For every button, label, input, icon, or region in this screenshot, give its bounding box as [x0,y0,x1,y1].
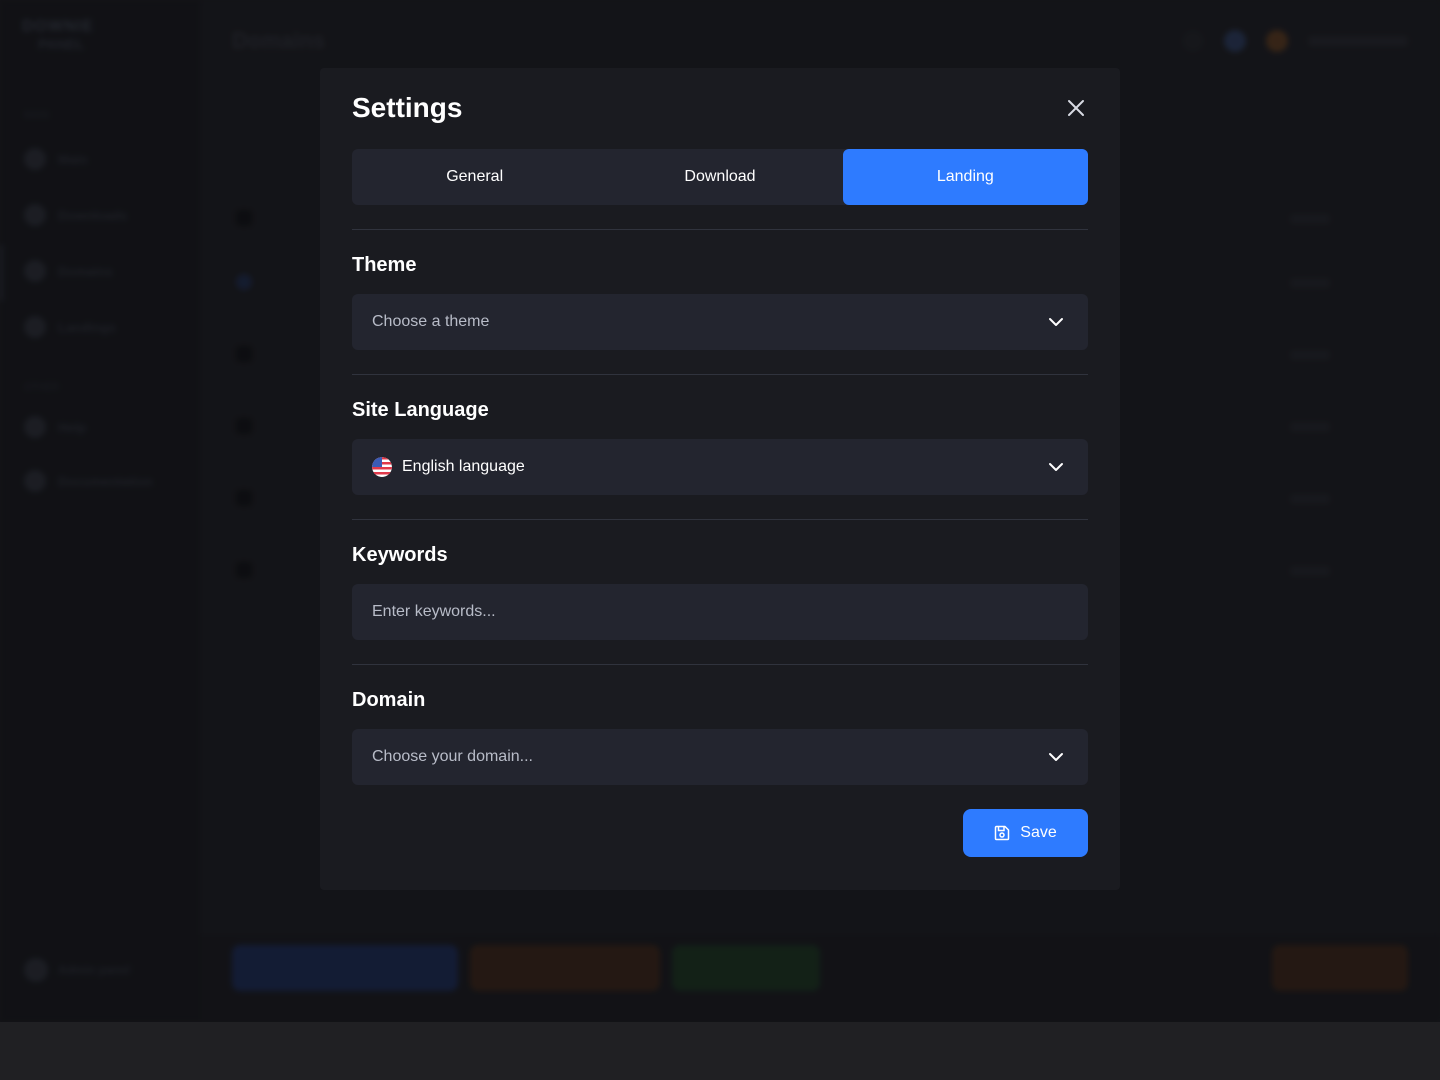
save-icon [995,825,1010,841]
theme-placeholder: Choose a theme [372,313,490,330]
save-label: Save [1020,824,1057,841]
divider [352,229,1088,230]
tab-general[interactable]: General [352,149,597,205]
settings-modal: Settings General Download Landing Theme … [320,68,1120,890]
divider [352,664,1088,665]
domain-placeholder: Choose your domain... [372,748,533,765]
keywords-input[interactable] [372,603,1068,621]
save-button[interactable]: Save [963,809,1088,857]
site-language-select[interactable]: English language [352,439,1088,495]
us-flag-icon [372,457,392,477]
settings-tabs: General Download Landing [352,149,1088,205]
theme-label: Theme [352,254,417,276]
divider [352,374,1088,375]
close-icon [1068,100,1084,116]
chevron-down-icon [1049,753,1063,761]
domain-select[interactable]: Choose your domain... [352,729,1088,785]
domain-label: Domain [352,689,426,711]
chevron-down-icon [1049,463,1063,471]
modal-title: Settings [352,92,463,123]
site-language-label: Site Language [352,399,489,421]
chevron-down-icon [1049,318,1063,326]
page-footer [0,1022,1440,1080]
divider [352,519,1088,520]
theme-select[interactable]: Choose a theme [352,294,1088,350]
site-language-value: English language [402,458,525,475]
keywords-field [352,584,1088,640]
tab-download[interactable]: Download [597,149,842,205]
keywords-label: Keywords [352,544,448,566]
tab-landing[interactable]: Landing [842,149,1088,205]
close-button[interactable] [1064,96,1088,120]
